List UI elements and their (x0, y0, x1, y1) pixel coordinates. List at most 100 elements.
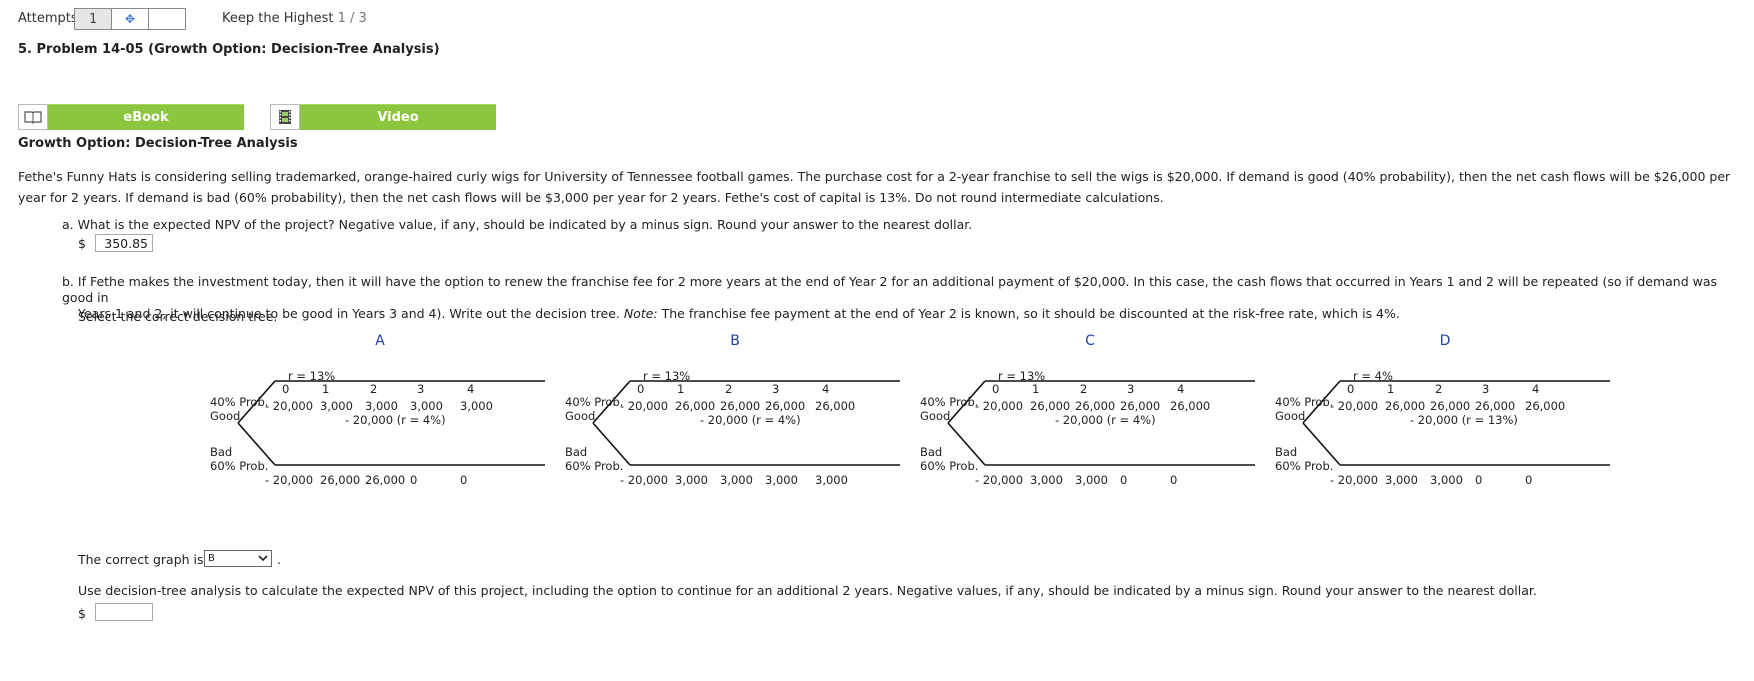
part-c-answer-input[interactable] (95, 603, 153, 621)
film-icon (270, 104, 300, 130)
tree-good-value: 26,000 (1075, 399, 1116, 413)
part-c-question: Use decision-tree analysis to calculate … (78, 583, 1537, 598)
tree-year-label: 0 (1347, 382, 1355, 396)
tree-bad-value: 0 (460, 473, 468, 487)
attempts-widget: 1 ✥ (74, 8, 186, 30)
decision-tree-a: Ar = 13% 0 1 2 3 4 40% Prob. Good - 20,000 3,000 3… (210, 333, 550, 518)
tree-bad-prob: 60% Prob. (920, 459, 979, 473)
tree-bad-prob: 60% Prob. (210, 459, 269, 473)
tree-good-value: 3,000 (410, 399, 443, 413)
tree-bad-value: 0 (1120, 473, 1128, 487)
attempts-label: Attempts (18, 11, 78, 26)
tree-bad-value: - 20,000 (1330, 473, 1379, 487)
correct-graph-select[interactable]: B (204, 550, 272, 567)
tree-good-value: 3,000 (365, 399, 398, 413)
tree-good-label: Good (565, 409, 596, 423)
keep-highest-label: Keep the Highest (222, 11, 334, 26)
tree-bad-value: 3,000 (720, 473, 753, 487)
tree-bad-value: 3,000 (1075, 473, 1108, 487)
tree-good-value: 26,000 (1120, 399, 1161, 413)
tree-year-label: 2 (725, 382, 733, 396)
tree-year-label: 4 (467, 382, 475, 396)
tree-year-label: 3 (417, 382, 425, 396)
attempts-blank-cell (149, 9, 185, 29)
tree-year-label: 4 (1177, 382, 1185, 396)
tree-year-label: 0 (282, 382, 290, 396)
tree-year-label: 1 (1032, 382, 1040, 396)
tree-bad-prob: 60% Prob. (565, 459, 624, 473)
tree-bad-value: 0 (1475, 473, 1483, 487)
problem-title: 5. Problem 14-05 (Growth Option: Decisio… (18, 42, 440, 57)
select-tree-prompt: Select the correct decision tree. (78, 309, 278, 324)
tree-year-label: 3 (1482, 382, 1490, 396)
tree-bad-prob: 60% Prob. (1275, 459, 1334, 473)
tree-good-sub: - 20,000 (r = 4%) (1055, 413, 1156, 427)
tree-good-value: 26,000 (1170, 399, 1211, 413)
tree-bad-value: - 20,000 (975, 473, 1024, 487)
tree-rate: r = 13% (643, 369, 691, 383)
tree-good-value: 26,000 (1385, 399, 1426, 413)
tree-year-label: 3 (772, 382, 780, 396)
tree-bad-value: 3,000 (1430, 473, 1463, 487)
tree-good-value: 26,000 (1525, 399, 1566, 413)
tree-year-label: 2 (1080, 382, 1088, 396)
attempts-count: 1 (75, 9, 113, 29)
tree-good-value: 3,000 (320, 399, 353, 413)
part-a-question: a. What is the expected NPV of the proje… (62, 217, 973, 232)
tree-good-value: 26,000 (720, 399, 761, 413)
tree-good-prob: 40% Prob. (920, 395, 979, 409)
ebook-button[interactable]: eBook (18, 104, 244, 130)
tree-bad-value: 3,000 (765, 473, 798, 487)
tree-good-value: 26,000 (765, 399, 806, 413)
tree-good-sub: - 20,000 (r = 4%) (700, 413, 801, 427)
tree-year-label: 1 (1387, 382, 1395, 396)
tree-good-label: Good (210, 409, 241, 423)
part-b-note: Note: (623, 306, 658, 321)
tree-year-label: 0 (637, 382, 645, 396)
tree-good-sub: - 20,000 (r = 4%) (345, 413, 446, 427)
tree-good-value: 3,000 (460, 399, 493, 413)
video-button[interactable]: Video (270, 104, 496, 130)
tree-good-value: - 20,000 (1330, 399, 1379, 413)
chevron-down-icon (258, 555, 268, 562)
tree-bad-label: Bad (210, 445, 233, 459)
book-icon (18, 104, 48, 130)
tree-year-label: 1 (677, 382, 685, 396)
part-b-line2-post: The franchise fee payment at the end of … (657, 306, 1400, 321)
tree-letter: B (730, 333, 740, 349)
tree-year-label: 2 (370, 382, 378, 396)
video-button-label[interactable]: Video (300, 104, 496, 130)
tree-good-value: 26,000 (1475, 399, 1516, 413)
tree-year-label: 0 (992, 382, 1000, 396)
tree-letter: A (375, 333, 385, 349)
tree-bad-value: - 20,000 (620, 473, 669, 487)
tree-good-prob: 40% Prob. (210, 395, 269, 409)
tree-good-sub: - 20,000 (r = 13%) (1410, 413, 1518, 427)
ebook-button-label[interactable]: eBook (48, 104, 244, 130)
tree-good-label: Good (920, 409, 951, 423)
tree-rate: r = 13% (998, 369, 1046, 383)
tree-year-label: 4 (822, 382, 830, 396)
tree-letter: D (1439, 333, 1451, 349)
part-a-answer-input[interactable]: 350.85 (95, 234, 153, 252)
section-title: Growth Option: Decision-Tree Analysis (18, 136, 298, 151)
tree-letter: C (1085, 333, 1095, 349)
tree-year-label: 1 (322, 382, 330, 396)
decision-tree-c: Cr = 13% 0 1 2 3 4 40% Prob. Good - 20,000 26,000… (920, 333, 1260, 518)
tree-good-value: 26,000 (675, 399, 716, 413)
problem-intro: Fethe's Funny Hats is considering sellin… (18, 169, 1731, 205)
part-b-question: b. If Fethe makes the investment today, … (62, 274, 1722, 322)
tree-bad-value: 0 (1170, 473, 1178, 487)
tree-bad-value: 0 (1525, 473, 1533, 487)
decision-tree-b: Br = 13% 0 1 2 3 4 40% Prob. Good - 20,000 26,000… (565, 333, 905, 518)
part-a-currency: $ (78, 236, 86, 251)
keep-highest: Keep the Highest 1 / 3 (222, 11, 367, 26)
tree-good-label: Good (1275, 409, 1306, 423)
correct-graph-label: The correct graph is (78, 552, 204, 567)
tree-good-value: - 20,000 (620, 399, 669, 413)
attempts-move-icon[interactable]: ✥ (112, 9, 149, 29)
tree-good-value: 26,000 (815, 399, 856, 413)
tree-year-label: 4 (1532, 382, 1540, 396)
tree-bad-value: 26,000 (320, 473, 361, 487)
tree-rate: r = 13% (288, 369, 336, 383)
